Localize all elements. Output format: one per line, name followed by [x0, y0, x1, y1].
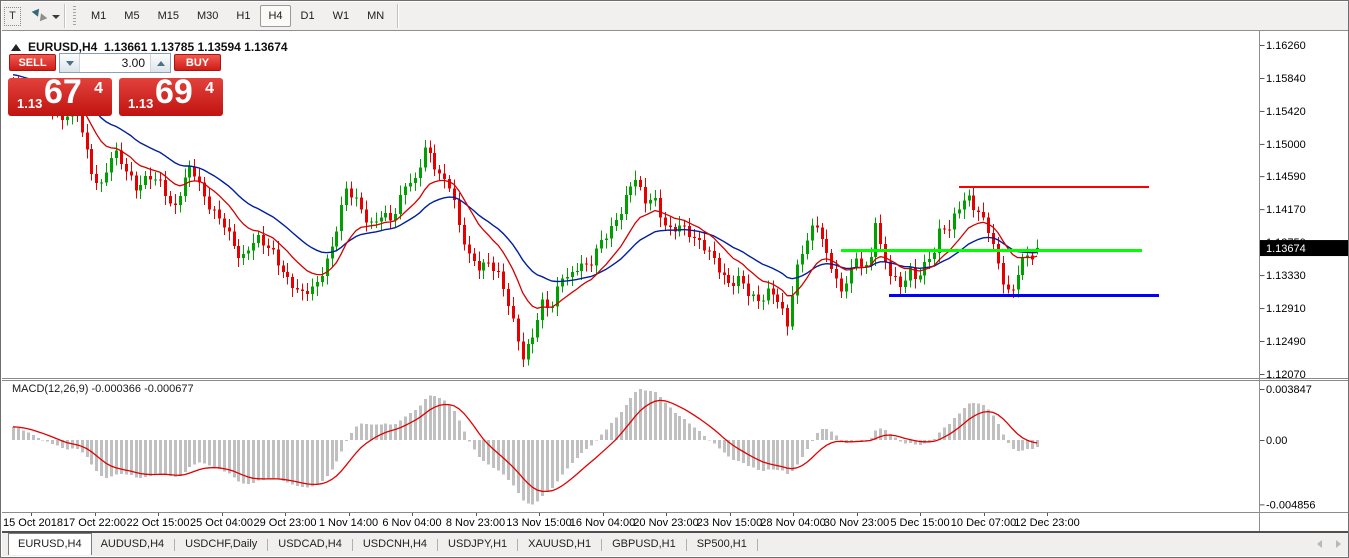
- tab-usdcnh-h4[interactable]: USDCNH,H4: [354, 534, 436, 555]
- tab-scroll-left-icon[interactable]: [1317, 540, 1322, 548]
- svg-text:1.15420: 1.15420: [1266, 106, 1306, 118]
- timeframe-m1[interactable]: M1: [83, 5, 114, 27]
- tab-sp500-h1[interactable]: SP500,H1: [688, 534, 756, 555]
- svg-text:1.14590: 1.14590: [1266, 171, 1306, 183]
- collapse-arrow-icon[interactable]: [11, 43, 21, 51]
- svg-text:13 Nov 15:00: 13 Nov 15:00: [506, 517, 571, 529]
- tab-divider: [756, 538, 758, 551]
- macd-main-value: -0.000366: [91, 383, 142, 395]
- tab-audusd-h4[interactable]: AUDUSD,H4: [92, 534, 174, 555]
- volume-increment-button[interactable]: [150, 54, 170, 72]
- tab-divider: [685, 538, 687, 551]
- svg-text:23 Nov 15:00: 23 Nov 15:00: [697, 517, 762, 529]
- svg-text:25 Oct 04:00: 25 Oct 04:00: [190, 517, 253, 529]
- svg-text:30 Nov 23:00: 30 Nov 23:00: [824, 517, 889, 529]
- svg-text:1.13674: 1.13674: [1266, 243, 1306, 255]
- macd-indicator-label: MACD(12,26,9) -0.000366 -0.000677: [12, 383, 194, 395]
- timeframe-w1[interactable]: W1: [325, 5, 358, 27]
- svg-text:1.16260: 1.16260: [1266, 40, 1306, 52]
- svg-text:0.00: 0.00: [1266, 435, 1287, 447]
- toolbar-separator: [64, 4, 66, 28]
- timeframe-m15[interactable]: M15: [150, 5, 187, 27]
- macd-signal-value: -0.000677: [144, 383, 194, 395]
- tab-xauusd-h1[interactable]: XAUUSD,H1: [519, 534, 600, 555]
- svg-text:17 Oct 22:00: 17 Oct 22:00: [63, 517, 126, 529]
- svg-text:1 Nov 14:00: 1 Nov 14:00: [319, 517, 378, 529]
- tab-usdchf-daily[interactable]: USDCHF,Daily: [176, 534, 266, 555]
- svg-text:1.14170: 1.14170: [1266, 204, 1306, 216]
- arrow-down-icon: [36, 13, 48, 24]
- text-label-tool-icon[interactable]: T: [4, 6, 21, 26]
- svg-text:22 Oct 15:00: 22 Oct 15:00: [127, 517, 190, 529]
- sell-price-big: 67: [44, 73, 82, 111]
- tab-gbpusd-h1[interactable]: GBPUSD,H1: [603, 534, 685, 555]
- buy-price-big: 69: [155, 73, 193, 111]
- sell-button[interactable]: SELL: [9, 54, 56, 71]
- svg-text:16 Nov 04:00: 16 Nov 04:00: [570, 517, 635, 529]
- svg-text:29 Oct 23:00: 29 Oct 23:00: [254, 517, 317, 529]
- tab-divider: [437, 538, 439, 551]
- terminal-window: T M1 M5 M15 M30 H1 H4 D1 W1 MN 1.16260 1.15840 1.1…: [0, 0, 1349, 558]
- tab-scroll-right-icon[interactable]: [1336, 540, 1341, 548]
- sell-price-sup: 4: [94, 80, 103, 97]
- toolbar: T M1 M5 M15 M30 H1 H4 D1 W1 MN: [2, 2, 1348, 31]
- sell-price-prefix: 1.13: [17, 96, 43, 111]
- svg-text:1.15000: 1.15000: [1266, 139, 1306, 151]
- caret-down-icon: [65, 60, 74, 66]
- svg-text:12 Dec 23:00: 12 Dec 23:00: [1014, 517, 1079, 529]
- svg-text:1.12070: 1.12070: [1266, 369, 1306, 381]
- toolbar-grip[interactable]: [73, 6, 76, 26]
- timeframe-h4[interactable]: H4: [260, 5, 291, 27]
- volume-decrement-button[interactable]: [60, 54, 80, 72]
- timeframe-m30[interactable]: M30: [189, 5, 226, 27]
- macd-name: MACD(12,26,9): [12, 383, 89, 395]
- tab-divider: [517, 538, 519, 551]
- sell-price[interactable]: 1.13 67 4: [8, 73, 112, 116]
- svg-text:15 Oct 2018: 15 Oct 2018: [3, 517, 63, 529]
- timeframe-buttons: M1 M5 M15 M30 H1 H4 D1 W1 MN: [82, 5, 393, 27]
- svg-text:10 Dec 07:00: 10 Dec 07:00: [951, 517, 1016, 529]
- tab-divider: [601, 538, 603, 551]
- volume-stepper: [59, 53, 171, 73]
- trade-panel: SELL BUY 1.13 67 4 1.13 69 4: [8, 52, 223, 116]
- svg-text:28 Nov 04:00: 28 Nov 04:00: [760, 517, 825, 529]
- tab-divider: [351, 538, 353, 551]
- svg-text:8 Nov 23:00: 8 Nov 23:00: [446, 517, 505, 529]
- svg-text:0.003847: 0.003847: [1266, 384, 1312, 396]
- buy-button[interactable]: BUY: [174, 54, 221, 71]
- buy-price-prefix: 1.13: [128, 96, 154, 111]
- tab-divider: [267, 538, 269, 551]
- timeframe-h1[interactable]: H1: [228, 5, 258, 27]
- tab-usdjpy-h1[interactable]: USDJPY,H1: [439, 534, 516, 555]
- svg-text:20 Nov 23:00: 20 Nov 23:00: [633, 517, 698, 529]
- dropdown-caret-icon[interactable]: [52, 15, 60, 19]
- caret-up-icon: [156, 60, 165, 66]
- svg-text:1.15840: 1.15840: [1266, 73, 1306, 85]
- arrange-arrows-icon[interactable]: [30, 6, 48, 25]
- tab-eurusd-h4[interactable]: EURUSD,H4: [8, 533, 92, 555]
- svg-text:6 Nov 04:00: 6 Nov 04:00: [382, 517, 441, 529]
- volume-input[interactable]: [80, 54, 150, 72]
- svg-text:1.12910: 1.12910: [1266, 303, 1306, 315]
- toolbar-separator: [397, 4, 400, 28]
- svg-text:5 Dec 15:00: 5 Dec 15:00: [890, 517, 949, 529]
- svg-text:-0.004856: -0.004856: [1266, 499, 1316, 511]
- timeframe-mn[interactable]: MN: [359, 5, 392, 27]
- buy-price-sup: 4: [205, 80, 214, 97]
- buy-price[interactable]: 1.13 69 4: [119, 73, 223, 116]
- svg-text:1.12490: 1.12490: [1266, 336, 1306, 348]
- tab-divider: [174, 538, 176, 551]
- timeframe-m5[interactable]: M5: [116, 5, 147, 27]
- timeframe-d1[interactable]: D1: [293, 5, 323, 27]
- tab-usdcad-h4[interactable]: USDCAD,H4: [269, 534, 351, 555]
- tab-bar: EURUSD,H4 AUDUSD,H4 USDCHF,Daily USDCAD,H4 U…: [2, 533, 1348, 556]
- svg-text:1.13330: 1.13330: [1266, 270, 1306, 282]
- tab-scroll-buttons: [1317, 540, 1341, 548]
